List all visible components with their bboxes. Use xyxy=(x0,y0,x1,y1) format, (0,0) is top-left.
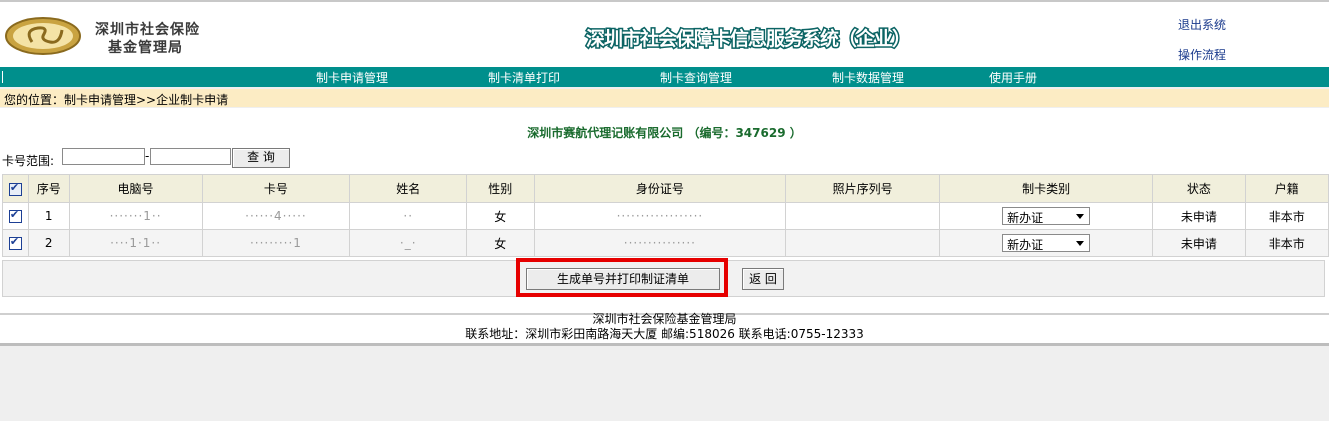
card-type-select[interactable]: 新办证 xyxy=(1002,234,1091,252)
row-photo-no xyxy=(785,202,941,230)
row-checkbox[interactable] xyxy=(8,235,22,250)
col-photo-no: 照片序列号 xyxy=(785,174,941,203)
breadcrumb: 您的位置：制卡申请管理>>企业制卡申请 xyxy=(0,89,1329,107)
row-huji: 非本市 xyxy=(1244,229,1329,257)
org-name: 深圳市社会保险 基金管理局 xyxy=(95,21,200,57)
col-name: 姓名 xyxy=(349,174,468,203)
table-row: 1 ·······1·· ······4····· ·· 女 ·········… xyxy=(2,202,1329,230)
row-huji: 非本市 xyxy=(1244,202,1329,230)
back-button[interactable]: 返 回 xyxy=(742,268,784,290)
row-computer-no: ····1·1·· xyxy=(110,236,162,250)
card-type-select[interactable]: 新办证 xyxy=(1002,207,1091,225)
col-card-type: 制卡类别 xyxy=(939,174,1154,203)
nav-card-data[interactable]: 制卡数据管理 xyxy=(832,69,904,86)
nav-card-query[interactable]: 制卡查询管理 xyxy=(660,69,732,86)
nav-list-print[interactable]: 制卡清单打印 xyxy=(488,69,560,86)
row-computer-no: ·······1·· xyxy=(109,209,162,223)
table-header-row: 序号 电脑号 卡号 姓名 性别 身份证号 照片序列号 制卡类别 状态 户籍 xyxy=(2,174,1329,203)
highlight-box xyxy=(516,258,728,297)
card-range-label: 卡号范围: xyxy=(2,154,55,168)
select-all-cell xyxy=(2,174,29,203)
org-line2: 基金管理局 xyxy=(108,40,183,56)
card-range-from-input[interactable] xyxy=(62,148,145,165)
process-link[interactable]: 操作流程 xyxy=(1178,46,1226,63)
col-id-no: 身份证号 xyxy=(533,174,787,203)
header: 深圳市社会保险 基金管理局 深圳市社会保障卡信息服务系统（企业） 退出系统 操作… xyxy=(0,2,1329,67)
col-huji: 户籍 xyxy=(1244,174,1329,203)
card-type-value: 新办证 xyxy=(1007,238,1044,252)
row-id-no: ··············· xyxy=(623,236,696,250)
row-gender: 女 xyxy=(466,202,535,230)
row-name: ·_· xyxy=(399,236,417,250)
nav-card-apply[interactable]: 制卡申请管理 xyxy=(316,69,388,86)
row-seq: 1 xyxy=(27,202,70,230)
company-title: 深圳市赛航代理记账有限公司 （编号：347629 ） xyxy=(527,126,802,140)
applicant-table: 序号 电脑号 卡号 姓名 性别 身份证号 照片序列号 制卡类别 状态 户籍 1 … xyxy=(2,174,1329,257)
footer-org: 深圳市社会保险基金管理局 xyxy=(592,312,737,326)
row-status: 未申请 xyxy=(1152,229,1246,257)
system-title: 深圳市社会保障卡信息服务系统（企业） xyxy=(584,27,912,52)
chevron-down-icon xyxy=(1076,214,1085,219)
col-seq: 序号 xyxy=(27,174,70,203)
logout-link[interactable]: 退出系统 xyxy=(1178,16,1226,33)
card-range-to-input[interactable] xyxy=(150,148,231,165)
select-all-checkbox[interactable] xyxy=(8,181,22,196)
footer: 深圳市社会保险基金管理局 联系地址：深圳市彩田南路海天大厦 邮编:518026 … xyxy=(0,312,1329,342)
row-id-no: ·················· xyxy=(616,209,704,223)
main-nav: 制卡申请管理 制卡清单打印 制卡查询管理 制卡数据管理 使用手册 xyxy=(0,67,1329,87)
main-content: 深圳市赛航代理记账有限公司 （编号：347629 ） 卡号范围: - 查 询 序… xyxy=(0,108,1329,344)
table-row: 2 ····1·1·· ·········1 ·_· 女 ···········… xyxy=(2,229,1329,257)
sj-logo-icon xyxy=(5,17,81,55)
nav-divider xyxy=(2,71,3,83)
row-photo-no xyxy=(785,229,941,257)
card-type-value: 新办证 xyxy=(1007,211,1044,225)
org-line1: 深圳市社会保险 xyxy=(95,22,200,38)
query-button[interactable]: 查 询 xyxy=(232,148,290,168)
breadcrumb-text: 您的位置：制卡申请管理>>企业制卡申请 xyxy=(4,93,229,107)
bottom-divider xyxy=(0,343,1329,346)
row-name: ·· xyxy=(403,209,414,223)
row-card-no: ·········1 xyxy=(249,236,302,250)
row-checkbox[interactable] xyxy=(8,208,22,223)
chevron-down-icon xyxy=(1076,241,1085,246)
row-gender: 女 xyxy=(466,229,535,257)
row-card-no: ······4····· xyxy=(245,209,307,223)
col-gender: 性别 xyxy=(466,174,535,203)
col-computer-no: 电脑号 xyxy=(68,174,203,203)
footer-contact: 联系地址：深圳市彩田南路海天大厦 邮编:518026 联系电话:0755-123… xyxy=(465,327,864,341)
col-status: 状态 xyxy=(1152,174,1246,203)
range-dash: - xyxy=(145,149,150,163)
nav-manual[interactable]: 使用手册 xyxy=(989,69,1037,86)
col-card-no: 卡号 xyxy=(201,174,351,203)
row-seq: 2 xyxy=(27,229,70,257)
row-status: 未申请 xyxy=(1152,202,1246,230)
